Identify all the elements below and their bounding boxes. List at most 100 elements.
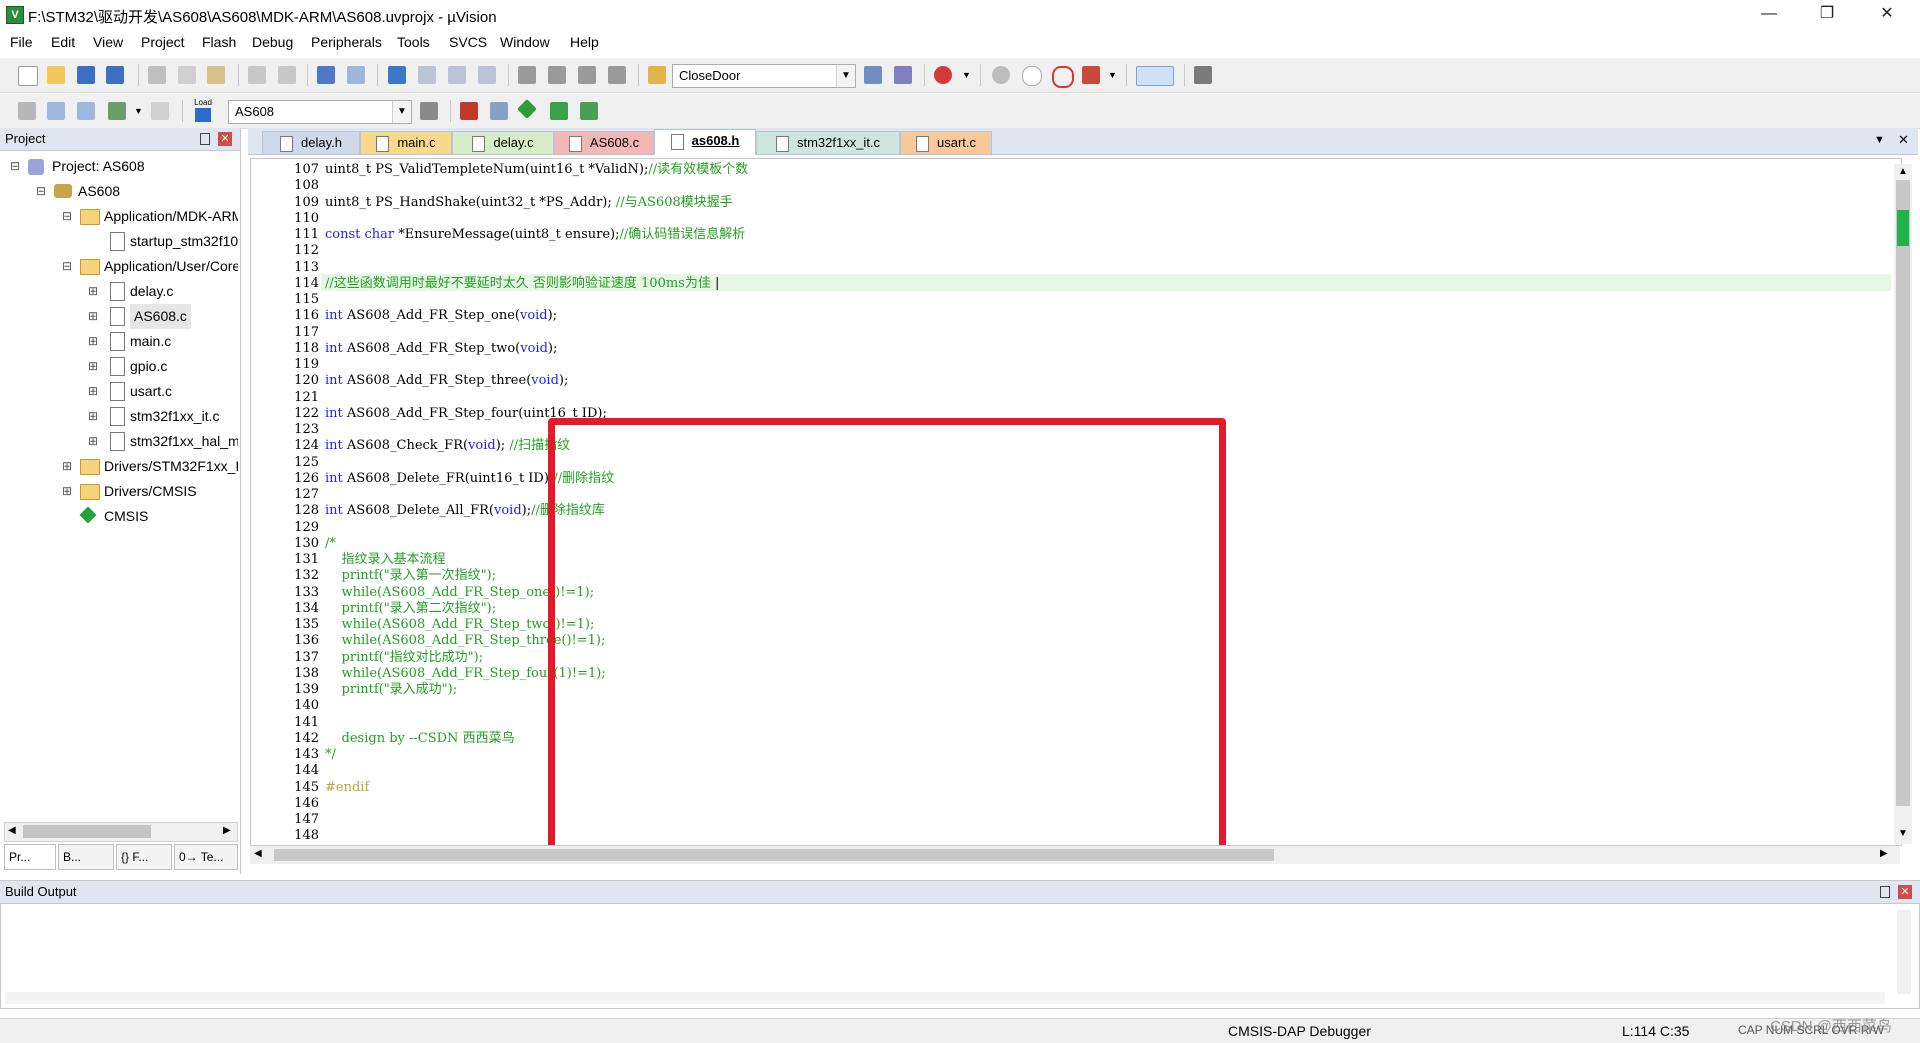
file-tab[interactable]: delay.h — [262, 131, 360, 154]
tree-item[interactable]: ⊞ usart.c — [0, 379, 238, 404]
chevron-down-icon[interactable]: ▼ — [836, 65, 855, 87]
tree-item[interactable]: ⊞ stm32f1xx_hal_msp.c — [0, 429, 238, 454]
close-tab-icon[interactable]: ✕ — [1898, 132, 1909, 148]
restore-button[interactable]: ❐ — [1804, 0, 1850, 30]
expand-icon[interactable]: ⊞ — [88, 329, 98, 354]
copy-icon[interactable] — [178, 66, 196, 84]
scroll-thumb[interactable] — [23, 825, 151, 838]
manage-project-items-icon[interactable] — [460, 102, 478, 120]
minimize-button[interactable]: — — [1746, 0, 1792, 30]
tab-project[interactable]: Pr... — [4, 844, 56, 870]
load-button[interactable]: Load — [192, 98, 214, 124]
pin-icon[interactable] — [1880, 886, 1890, 898]
stop-build-icon[interactable] — [151, 102, 169, 120]
expand-icon[interactable]: ⊞ — [88, 304, 98, 329]
close-panel-icon[interactable]: ✕ — [218, 132, 232, 146]
navigate-forward-icon[interactable] — [347, 66, 365, 84]
hscroll-thumb[interactable] — [274, 849, 1274, 861]
save-all-icon[interactable] — [106, 66, 124, 84]
tab-templates[interactable]: 0→ Te... — [174, 844, 238, 870]
clear-bookmarks-icon[interactable] — [478, 66, 496, 84]
build-output-panel[interactable] — [0, 903, 1920, 1009]
file-tab[interactable]: main.c — [360, 131, 452, 154]
expand-icon[interactable]: ⊞ — [88, 379, 98, 404]
scroll-left-icon[interactable]: ◀ — [8, 825, 16, 836]
window-layout-icon[interactable] — [1136, 66, 1174, 86]
expand-icon[interactable]: ⊞ — [88, 354, 98, 379]
tree-item[interactable]: ⊞ stm32f1xx_it.c — [0, 404, 238, 429]
incremental-find-icon[interactable] — [864, 66, 882, 84]
pack-installer-icon[interactable] — [550, 102, 568, 120]
vscroll-thumb[interactable] — [1896, 180, 1910, 806]
scroll-right-icon[interactable]: ▶ — [1880, 848, 1888, 859]
start-debug-icon[interactable] — [934, 66, 952, 84]
chevron-down-icon[interactable]: ▼ — [392, 101, 411, 123]
kill-breakpoints-icon[interactable] — [1052, 66, 1074, 88]
tab-functions[interactable]: {} F... — [116, 844, 172, 870]
expand-icon[interactable]: ⊞ — [88, 404, 98, 429]
undo-icon[interactable] — [248, 66, 266, 84]
build-hscroll[interactable] — [5, 992, 1885, 1004]
build-vscroll[interactable] — [1897, 910, 1911, 994]
chevron-down-icon[interactable]: ▼ — [134, 106, 143, 116]
manage-rte-icon[interactable] — [517, 99, 537, 119]
find-combo[interactable]: CloseDoor ▼ — [672, 64, 856, 88]
navigate-back-icon[interactable] — [317, 66, 335, 84]
menu-debug[interactable]: Debug — [252, 34, 293, 50]
tree-item[interactable]: ⊟ Application/User/Core — [0, 254, 238, 279]
open-file-icon[interactable] — [47, 66, 65, 84]
menu-view[interactable]: View — [93, 34, 123, 50]
scroll-left-icon[interactable]: ◀ — [254, 848, 262, 859]
next-bookmark-icon[interactable] — [448, 66, 466, 84]
project-hscroll[interactable]: ◀ ▶ — [4, 822, 238, 842]
menu-file[interactable]: File — [10, 34, 33, 50]
close-button[interactable]: ✕ — [1864, 0, 1910, 30]
tree-item[interactable]: ⊞ Drivers/CMSIS — [0, 479, 238, 504]
expand-icon[interactable]: ⊞ — [62, 479, 72, 504]
comment-icon[interactable] — [578, 66, 596, 84]
file-tab[interactable]: delay.c — [452, 131, 554, 154]
menu-tools[interactable]: Tools — [397, 34, 430, 50]
disable-breakpoint-icon[interactable] — [1022, 66, 1042, 86]
close-panel-icon[interactable]: ✕ — [1898, 885, 1912, 899]
chevron-down-icon[interactable]: ▼ — [962, 70, 971, 80]
scroll-down-icon[interactable]: ▼ — [1898, 828, 1908, 839]
expand-icon[interactable]: ⊞ — [88, 429, 98, 454]
tree-item[interactable]: CMSIS — [0, 504, 238, 529]
collapse-icon[interactable]: ⊟ — [62, 254, 72, 279]
file-tab[interactable]: usart.c — [900, 131, 992, 154]
menu-edit[interactable]: Edit — [51, 34, 75, 50]
cut-icon[interactable] — [148, 66, 166, 84]
tab-books[interactable]: B... — [58, 844, 114, 870]
tree-item[interactable]: ⊟ Application/MDK-ARM — [0, 204, 238, 229]
paste-icon[interactable] — [207, 66, 225, 84]
target-options-icon[interactable] — [420, 102, 438, 120]
file-tab[interactable]: as608.h — [654, 129, 756, 155]
code-editor[interactable]: 107 uint8_t PS_ValidTempleteNum(uint16_t … — [250, 158, 1902, 846]
indent-icon[interactable] — [518, 66, 536, 84]
file-tab[interactable]: AS608.c — [554, 131, 654, 154]
tree-item[interactable]: ⊟ AS608 — [0, 179, 238, 204]
rebuild-icon[interactable] — [77, 102, 95, 120]
event-recorder-icon[interactable] — [580, 102, 598, 120]
unindent-icon[interactable] — [548, 66, 566, 84]
menu-svcs[interactable]: SVCS — [449, 34, 487, 50]
build-icon[interactable] — [47, 102, 65, 120]
menu-help[interactable]: Help — [570, 34, 599, 50]
pin-icon[interactable] — [200, 133, 210, 145]
batch-build-icon[interactable] — [108, 102, 126, 120]
redo-icon[interactable] — [278, 66, 296, 84]
menu-project[interactable]: Project — [141, 34, 185, 50]
find-in-files-icon[interactable] — [648, 66, 666, 84]
collapse-icon[interactable]: ⊟ — [36, 179, 46, 204]
target-combo[interactable]: AS608 ▼ — [228, 100, 412, 124]
file-tab[interactable]: stm32f1xx_it.c — [756, 131, 900, 154]
remove-breakpoints-icon[interactable] — [1082, 66, 1100, 84]
tree-item[interactable]: ⊟ Project: AS608 — [0, 154, 238, 179]
chevron-down-icon[interactable]: ▼ — [1108, 70, 1117, 80]
expand-icon[interactable]: ⊞ — [88, 279, 98, 304]
select-packs-icon[interactable] — [490, 102, 508, 120]
tree-item[interactable]: ⊞ main.c — [0, 329, 238, 354]
bookmark-icon[interactable] — [388, 66, 406, 84]
tab-list-chevron-icon[interactable]: ▼ — [1874, 134, 1885, 146]
